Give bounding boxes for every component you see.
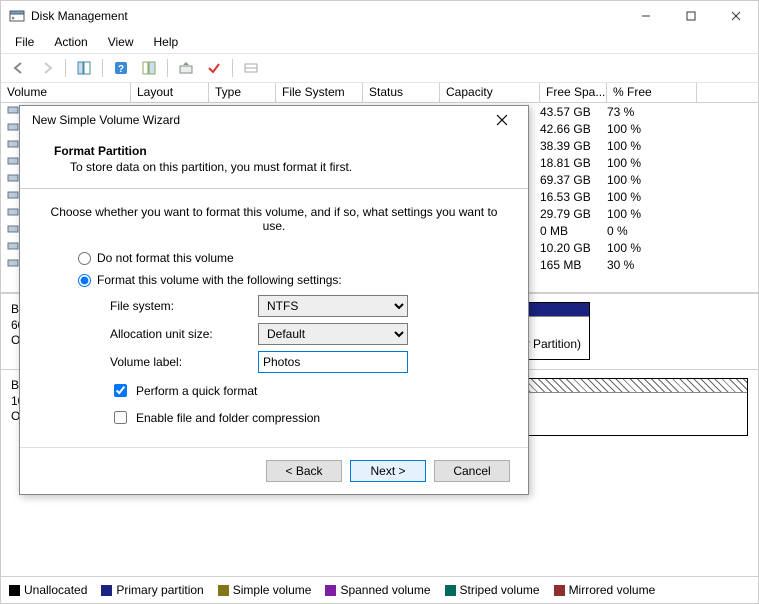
- wizard-close-button[interactable]: [484, 108, 520, 132]
- menubar: File Action View Help: [1, 31, 758, 53]
- cell-free: 165 MB: [540, 258, 607, 272]
- check-icon[interactable]: [202, 57, 226, 79]
- volume-icon: [7, 240, 19, 252]
- cell-free: 16.53 GB: [540, 190, 607, 204]
- filesystem-select[interactable]: NTFS: [258, 295, 408, 317]
- col-freespace[interactable]: Free Spa...: [540, 83, 607, 102]
- refresh-icon[interactable]: [174, 57, 198, 79]
- cell-free: 0 MB: [540, 224, 607, 238]
- compression-label: Enable file and folder compression: [136, 411, 320, 425]
- next-button[interactable]: Next >: [350, 460, 426, 482]
- cell-pctfree: 73 %: [607, 105, 697, 119]
- cell-free: 38.39 GB: [540, 139, 607, 153]
- legend-striped: Striped volume: [460, 583, 540, 597]
- window-title: Disk Management: [31, 9, 623, 23]
- back-button[interactable]: [7, 57, 31, 79]
- wizard-instruction: Choose whether you want to format this v…: [44, 205, 504, 233]
- cell-pctfree: 100 %: [607, 190, 697, 204]
- back-button-wizard[interactable]: < Back: [266, 460, 342, 482]
- toolbar-icon-3[interactable]: [239, 57, 263, 79]
- legend-unallocated: Unallocated: [24, 583, 87, 597]
- col-pctfree[interactable]: % Free: [607, 83, 697, 102]
- volume-icon: [7, 104, 19, 116]
- legend: Unallocated Primary partition Simple vol…: [1, 576, 758, 603]
- volumelabel-label: Volume label:: [110, 355, 250, 369]
- legend-primary: Primary partition: [116, 583, 203, 597]
- menu-help[interactable]: Help: [146, 33, 187, 51]
- volume-icon: [7, 206, 19, 218]
- allocation-label: Allocation unit size:: [110, 327, 250, 341]
- allocation-select[interactable]: Default: [258, 323, 408, 345]
- legend-spanned: Spanned volume: [340, 583, 430, 597]
- radio-do-not-format[interactable]: [78, 252, 91, 265]
- volume-icon: [7, 155, 19, 167]
- compression-checkbox[interactable]: [114, 411, 127, 424]
- toolbar-icon-1[interactable]: [72, 57, 96, 79]
- maximize-button[interactable]: [668, 1, 713, 31]
- volume-icon: [7, 223, 19, 235]
- menu-action[interactable]: Action: [46, 33, 95, 51]
- cell-pctfree: 100 %: [607, 207, 697, 221]
- filesystem-label: File system:: [110, 299, 250, 313]
- wizard-title: New Simple Volume Wizard: [32, 113, 484, 127]
- titlebar: Disk Management: [1, 1, 758, 31]
- col-type[interactable]: Type: [209, 83, 276, 102]
- volume-icon: [7, 189, 19, 201]
- wizard-heading: Format Partition: [54, 144, 504, 158]
- quickformat-label: Perform a quick format: [136, 384, 257, 398]
- col-filesystem[interactable]: File System: [276, 83, 363, 102]
- radio-format[interactable]: [78, 274, 91, 287]
- volume-icon: [7, 121, 19, 133]
- cell-pctfree: 30 %: [607, 258, 697, 272]
- quickformat-checkbox[interactable]: [114, 384, 127, 397]
- cell-pctfree: 0 %: [607, 224, 697, 238]
- toolbar-icon-2[interactable]: [137, 57, 161, 79]
- col-volume[interactable]: Volume: [1, 83, 131, 102]
- cell-free: 43.57 GB: [540, 105, 607, 119]
- cell-free: 42.66 GB: [540, 122, 607, 136]
- legend-mirrored: Mirrored volume: [569, 583, 656, 597]
- cancel-button[interactable]: Cancel: [434, 460, 510, 482]
- col-layout[interactable]: Layout: [131, 83, 209, 102]
- menu-view[interactable]: View: [100, 33, 142, 51]
- cell-free: 29.79 GB: [540, 207, 607, 221]
- cell-free: 10.20 GB: [540, 241, 607, 255]
- volumelabel-input[interactable]: [258, 351, 408, 373]
- cell-free: 69.37 GB: [540, 173, 607, 187]
- menu-file[interactable]: File: [7, 33, 42, 51]
- col-capacity[interactable]: Capacity: [440, 83, 540, 102]
- help-icon[interactable]: ?: [109, 57, 133, 79]
- cell-pctfree: 100 %: [607, 156, 697, 170]
- toolbar: ?: [1, 53, 758, 83]
- close-button[interactable]: [713, 1, 758, 31]
- cell-pctfree: 100 %: [607, 122, 697, 136]
- cell-pctfree: 100 %: [607, 173, 697, 187]
- volume-icon: [7, 257, 19, 269]
- wizard-subheading: To store data on this partition, you mus…: [70, 160, 504, 174]
- wizard-dialog: New Simple Volume Wizard Format Partitio…: [19, 105, 529, 495]
- minimize-button[interactable]: [623, 1, 668, 31]
- column-headers: Volume Layout Type File System Status Ca…: [1, 83, 758, 103]
- volume-icon: [7, 138, 19, 150]
- legend-simple: Simple volume: [233, 583, 312, 597]
- col-status[interactable]: Status: [363, 83, 440, 102]
- cell-free: 18.81 GB: [540, 156, 607, 170]
- radio-format-label: Format this volume with the following se…: [97, 273, 342, 287]
- svg-text:?: ?: [118, 64, 124, 75]
- app-icon: [9, 8, 25, 24]
- radio-do-not-format-label: Do not format this volume: [97, 251, 234, 265]
- cell-pctfree: 100 %: [607, 241, 697, 255]
- cell-pctfree: 100 %: [607, 139, 697, 153]
- volume-icon: [7, 172, 19, 184]
- forward-button[interactable]: [35, 57, 59, 79]
